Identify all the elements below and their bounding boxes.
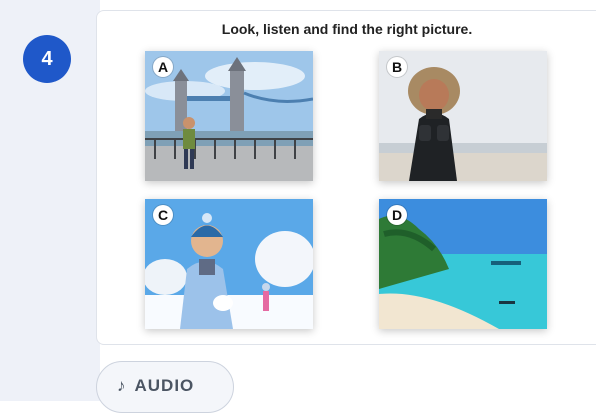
audio-button-label: AUDIO (134, 376, 195, 395)
picture-d[interactable]: D (379, 199, 547, 329)
picture-b[interactable]: B (379, 51, 547, 181)
picture-a[interactable]: A (145, 51, 313, 181)
picture-letter: A (153, 57, 173, 77)
picture-letter: B (387, 57, 407, 77)
exercise-number-badge: 4 (23, 35, 71, 83)
left-panel: 4 (0, 0, 100, 401)
audio-button[interactable]: ♪ AUDIO (96, 361, 234, 413)
music-note-icon: ♪ (117, 376, 127, 395)
exercise-instruction: Look, listen and find the right picture. (221, 21, 473, 37)
picture-letter: D (387, 205, 407, 225)
exercise-card: Look, listen and find the right picture. (96, 10, 596, 345)
picture-letter: C (153, 205, 173, 225)
picture-c[interactable]: C (145, 199, 313, 329)
